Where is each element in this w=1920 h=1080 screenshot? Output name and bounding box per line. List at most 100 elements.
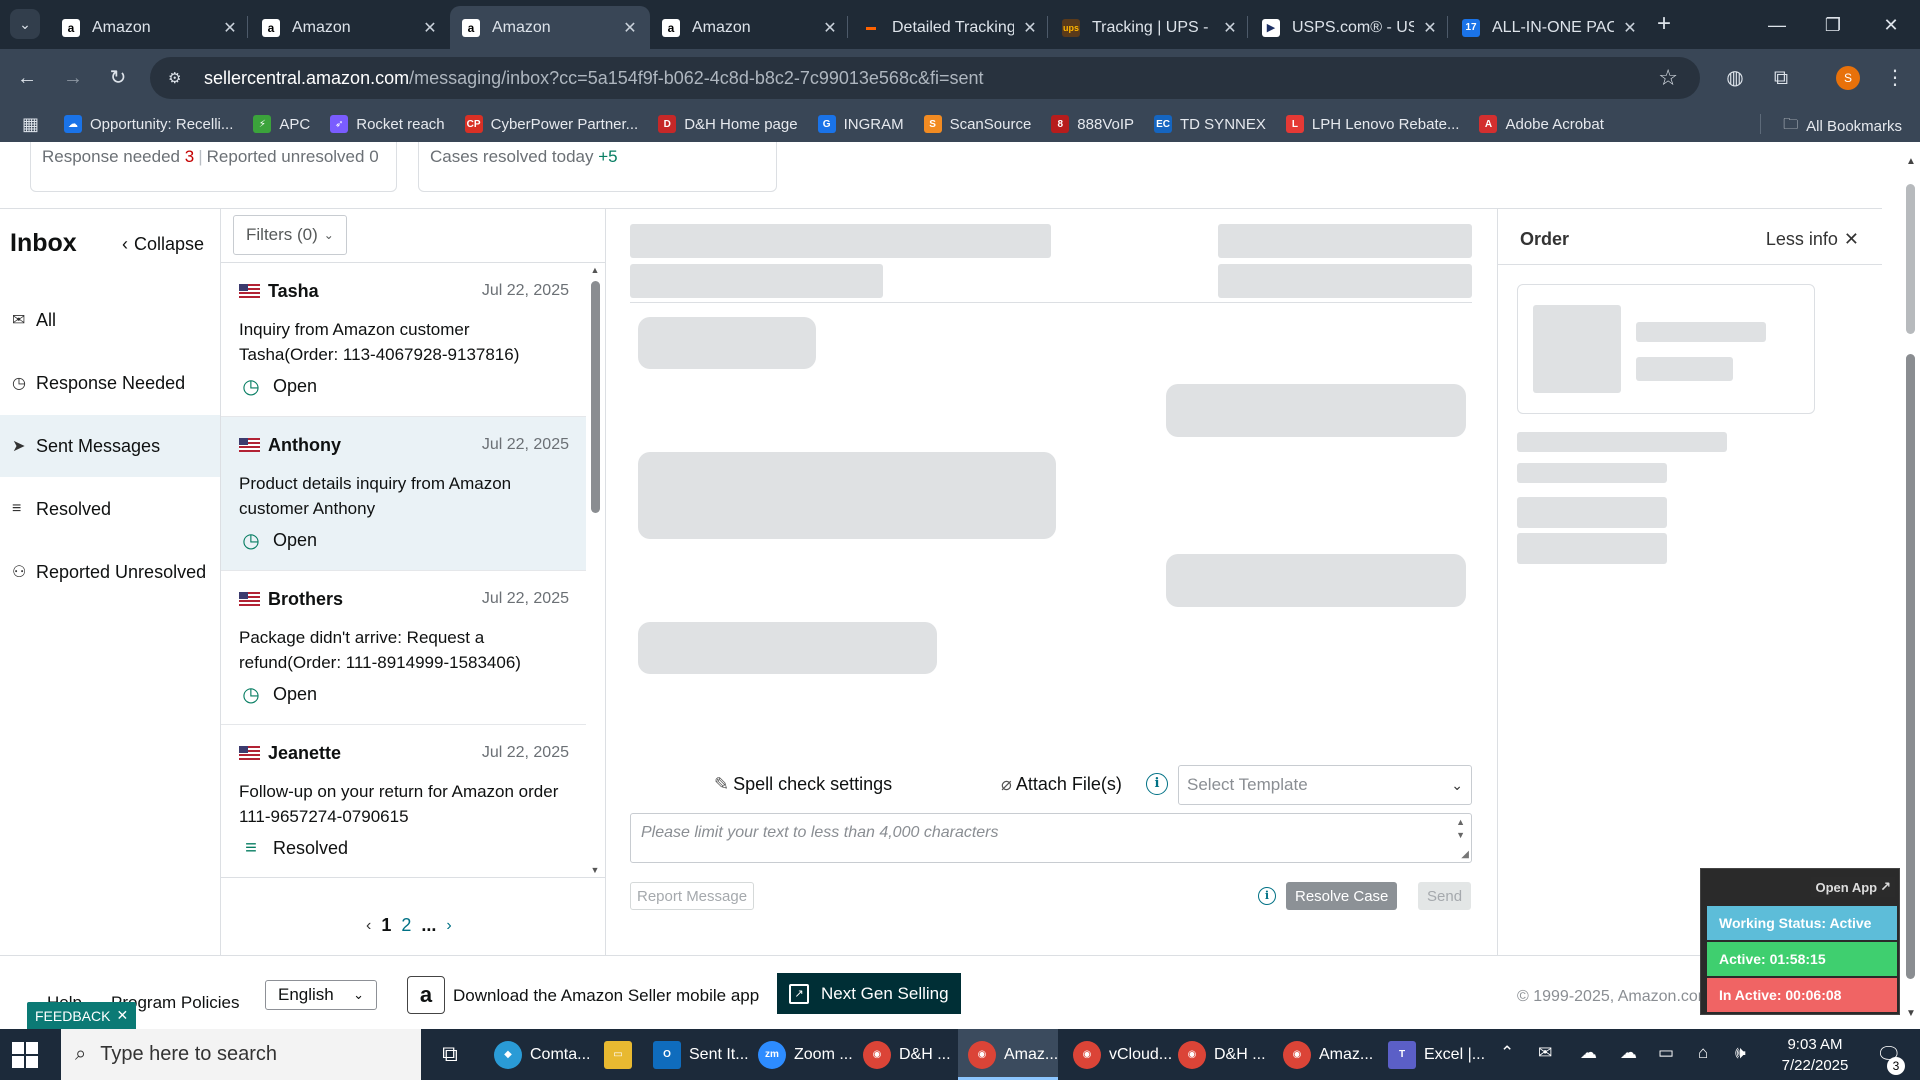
attach-files-button[interactable]: ⌀ Attach File(s) bbox=[1001, 774, 1122, 795]
bookmark-item[interactable]: EC TD SYNNEX bbox=[1154, 115, 1266, 133]
taskbar-app[interactable]: T Excel |... bbox=[1378, 1029, 1485, 1080]
bookmark-item[interactable]: D D&H Home page bbox=[658, 115, 798, 133]
bookmark-item[interactable]: A Adobe Acrobat bbox=[1479, 115, 1604, 133]
sidebar-item-response-needed[interactable]: ◷ Response Needed bbox=[0, 352, 220, 414]
site-settings-icon[interactable]: ⚙ bbox=[168, 69, 188, 87]
restore-icon[interactable]: ❐ bbox=[1818, 10, 1848, 40]
browser-tab[interactable]: ▬ Detailed Tracking ✕ bbox=[850, 6, 1050, 49]
reload-icon[interactable]: ↻ bbox=[103, 63, 133, 93]
scroll-up-arrow-icon[interactable]: ▲ bbox=[1906, 156, 1916, 167]
close-tab-icon[interactable]: ✕ bbox=[1422, 18, 1438, 38]
back-arrow-icon[interactable]: ← bbox=[12, 63, 42, 93]
list-scrollbar[interactable]: ▲ ▼ bbox=[590, 265, 600, 875]
close-tab-icon[interactable]: ✕ bbox=[1622, 18, 1638, 38]
all-bookmarks-button[interactable]: 🗀 All Bookmarks bbox=[1783, 114, 1902, 139]
taskbar-search-input[interactable]: ⌕ Type here to search bbox=[61, 1029, 421, 1080]
browser-tab[interactable]: 17 ALL-IN-ONE PAC ✕ bbox=[1450, 6, 1650, 49]
volume-icon[interactable]: 🕪 bbox=[1735, 1043, 1746, 1063]
close-tab-icon[interactable]: ✕ bbox=[1222, 18, 1238, 38]
tab-search-chevron-icon[interactable]: ⌄ bbox=[10, 9, 40, 39]
bookmark-star-icon[interactable]: ☆ bbox=[1658, 65, 1678, 91]
select-template-dropdown[interactable]: Select Template ⌄ bbox=[1178, 765, 1472, 805]
next-page-chevron-icon[interactable]: › bbox=[446, 917, 451, 935]
info-icon[interactable]: i bbox=[1258, 887, 1276, 905]
onedrive-icon[interactable]: ☁ bbox=[1580, 1043, 1597, 1063]
textarea-spinner-icon[interactable]: ▲ ▼ bbox=[1456, 816, 1465, 842]
message-item[interactable]: Jeanette Jul 22, 2025 Follow-up on your … bbox=[221, 725, 586, 875]
scroll-down-arrow-icon[interactable]: ▼ bbox=[590, 865, 600, 875]
address-bar[interactable]: ⚙ sellercentral.amazon.com/messaging/inb… bbox=[150, 57, 1700, 99]
resize-grip-icon[interactable]: ◢ bbox=[1461, 849, 1469, 860]
bookmark-item[interactable]: ⚡ APC bbox=[253, 115, 310, 133]
close-icon[interactable]: ✕ bbox=[116, 1007, 128, 1024]
close-window-icon[interactable]: ✕ bbox=[1876, 10, 1906, 40]
prev-page-chevron-icon[interactable]: ‹ bbox=[366, 917, 371, 935]
close-tab-icon[interactable]: ✕ bbox=[222, 18, 238, 38]
browser-tab[interactable]: ▶ USPS.com® - US ✕ bbox=[1250, 6, 1450, 49]
app-download-link[interactable]: Download the Amazon Seller mobile app bbox=[453, 986, 759, 1006]
page-link[interactable]: 2 bbox=[401, 915, 411, 936]
new-tab-plus-icon[interactable]: + bbox=[1651, 12, 1677, 38]
tray-overflow-chevron-icon[interactable]: ⌃ bbox=[1500, 1043, 1514, 1063]
info-icon[interactable]: i bbox=[1146, 773, 1168, 795]
windows-start-icon[interactable] bbox=[12, 1042, 38, 1068]
close-tab-icon[interactable]: ✕ bbox=[622, 18, 638, 38]
battery-icon[interactable]: ▭ bbox=[1658, 1043, 1674, 1063]
taskbar-app-active[interactable]: ◉ Amaz... bbox=[958, 1029, 1058, 1080]
message-textarea[interactable]: Please limit your text to less than 4,00… bbox=[630, 813, 1472, 863]
next-gen-selling-button[interactable]: ↗ Next Gen Selling bbox=[777, 973, 961, 1014]
mail-icon[interactable]: ✉ bbox=[1538, 1043, 1552, 1063]
taskbar-app[interactable]: ◉ Amaz... bbox=[1273, 1029, 1373, 1080]
message-item[interactable]: Brothers Jul 22, 2025 Package didn't arr… bbox=[221, 571, 586, 725]
scrollbar-thumb[interactable] bbox=[591, 281, 600, 513]
browser-tab[interactable]: ups Tracking | UPS - ✕ bbox=[1050, 6, 1250, 49]
scroll-down-arrow-icon[interactable]: ▼ bbox=[1906, 1008, 1916, 1019]
close-tab-icon[interactable]: ✕ bbox=[1022, 18, 1038, 38]
minimize-icon[interactable]: — bbox=[1762, 10, 1792, 40]
network-icon[interactable]: ⌂ bbox=[1698, 1043, 1708, 1063]
bookmark-item[interactable]: G INGRAM bbox=[817, 115, 904, 133]
response-needed-count[interactable]: 3 bbox=[185, 147, 194, 166]
close-tab-icon[interactable]: ✕ bbox=[422, 18, 438, 38]
browser-menu-icon[interactable]: ⋮ bbox=[1880, 63, 1910, 93]
less-info-button[interactable]: Less info ✕ bbox=[1766, 229, 1859, 250]
browser-tab[interactable]: a Amazon ✕ bbox=[650, 6, 850, 49]
resolve-case-button[interactable]: Resolve Case bbox=[1286, 882, 1398, 910]
filters-button[interactable]: Filters (0) ⌄ bbox=[233, 215, 347, 255]
scroll-up-arrow-icon[interactable]: ▲ bbox=[590, 265, 600, 275]
close-tab-icon[interactable]: ✕ bbox=[822, 18, 838, 38]
message-item-selected[interactable]: Anthony Jul 22, 2025 Product details inq… bbox=[221, 417, 586, 571]
taskbar-app[interactable]: ◉ D&H ... bbox=[853, 1029, 953, 1080]
extensions-puzzle-icon[interactable]: ⧉ bbox=[1766, 63, 1796, 93]
taskbar-app[interactable]: ◆ Comta... bbox=[484, 1029, 590, 1080]
bookmark-item[interactable]: L LPH Lenovo Rebate... bbox=[1285, 115, 1459, 133]
globe-icon[interactable]: ◍ bbox=[1720, 63, 1750, 93]
sidebar-item-all[interactable]: ✉ All bbox=[0, 289, 220, 351]
sidebar-item-sent-messages[interactable]: ➤ Sent Messages bbox=[0, 415, 220, 477]
bookmark-item[interactable]: S ScanSource bbox=[923, 115, 1031, 133]
sidebar-item-reported-unresolved[interactable]: ⚇ Reported Unresolved bbox=[0, 541, 220, 603]
taskbar-app[interactable]: ◉ D&H ... bbox=[1168, 1029, 1268, 1080]
taskbar-app[interactable]: ▭ bbox=[594, 1029, 638, 1080]
bookmark-item[interactable]: ☁ Opportunity: Recelli... bbox=[64, 115, 233, 133]
bookmark-item[interactable]: CP CyberPower Partner... bbox=[464, 115, 638, 133]
feedback-tab[interactable]: FEEDBACK ✕ bbox=[27, 1002, 137, 1029]
sidebar-item-resolved[interactable]: ≡ Resolved bbox=[0, 478, 220, 540]
send-button[interactable]: Send bbox=[1418, 882, 1472, 910]
amazon-seller-app-logo[interactable]: a bbox=[407, 976, 445, 1014]
onedrive-icon[interactable]: ☁ bbox=[1620, 1043, 1637, 1063]
browser-tab[interactable]: a Amazon ✕ bbox=[250, 6, 450, 49]
collapse-button[interactable]: ‹ Collapse bbox=[122, 234, 204, 255]
profile-avatar[interactable]: S bbox=[1836, 66, 1860, 90]
browser-tab[interactable]: a Amazon ✕ bbox=[50, 6, 250, 49]
bookmark-item[interactable]: 8 888VoIP bbox=[1051, 115, 1134, 133]
system-clock[interactable]: 9:03 AM 7/22/2025 bbox=[1760, 1034, 1870, 1076]
task-view-icon[interactable]: ⧉ bbox=[436, 1041, 464, 1069]
taskbar-app[interactable]: O Sent It... bbox=[643, 1029, 749, 1080]
language-select[interactable]: English ⌄ bbox=[265, 980, 377, 1010]
report-message-button[interactable]: Report Message bbox=[630, 882, 755, 910]
bookmark-item[interactable]: ➶ Rocket reach bbox=[330, 115, 445, 133]
taskbar-app[interactable]: ◉ vCloud... bbox=[1063, 1029, 1172, 1080]
open-app-button[interactable]: Open App ↗ bbox=[1811, 877, 1895, 897]
message-item[interactable]: Tasha Jul 22, 2025 Inquiry from Amazon c… bbox=[221, 263, 586, 417]
